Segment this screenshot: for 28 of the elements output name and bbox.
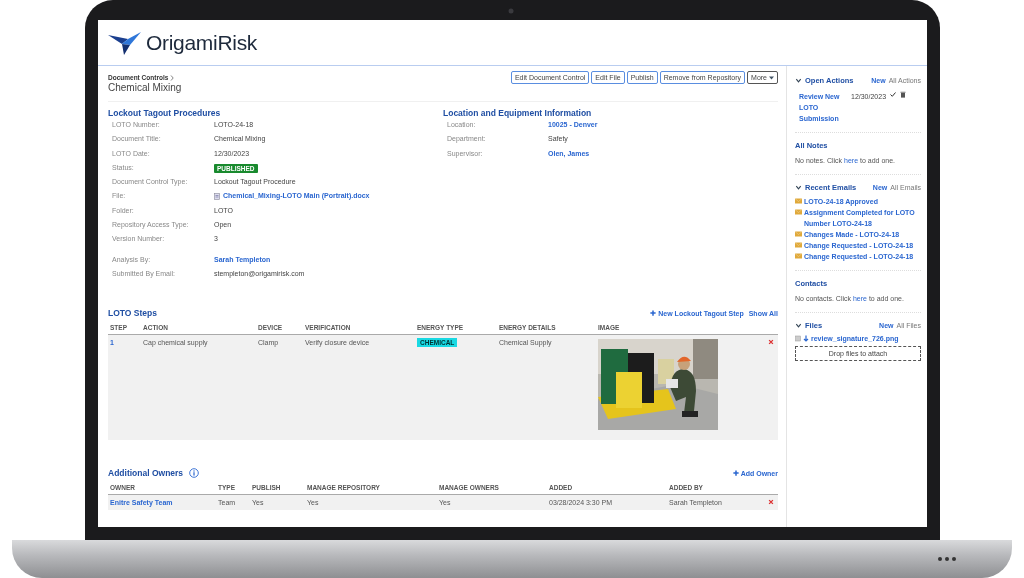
trash-icon[interactable] [900, 91, 907, 98]
envelope-icon [795, 231, 802, 237]
chevron-icon[interactable] [795, 77, 802, 84]
envelope-icon [795, 198, 802, 204]
download-icon[interactable] [803, 335, 809, 342]
chevron-icon [170, 74, 175, 81]
envelope-icon [795, 209, 802, 215]
delete-icon[interactable] [768, 499, 774, 506]
plus-icon [650, 310, 657, 317]
caret-icon [769, 75, 774, 80]
bird-icon [108, 29, 142, 56]
logo-text: OrigamiRisk [146, 30, 258, 55]
section-title: Location and Equipment Information [443, 108, 593, 118]
camera-icon [508, 8, 514, 14]
chevron-icon[interactable] [795, 184, 802, 191]
section-title: Lockout Tagout Procedures [108, 108, 222, 118]
plus-icon [732, 470, 739, 477]
info-icon[interactable] [189, 468, 200, 479]
check-icon[interactable] [890, 91, 897, 98]
document-icon [214, 193, 220, 201]
file-icon [795, 335, 801, 342]
envelope-icon [795, 253, 802, 259]
chevron-icon[interactable] [795, 322, 802, 329]
section-title: LOTO Steps [108, 308, 157, 319]
delete-icon[interactable] [768, 339, 774, 346]
envelope-icon [795, 242, 802, 248]
page-title: Chemical Mixing [108, 82, 183, 93]
section-title: Additional Owners [108, 468, 184, 479]
